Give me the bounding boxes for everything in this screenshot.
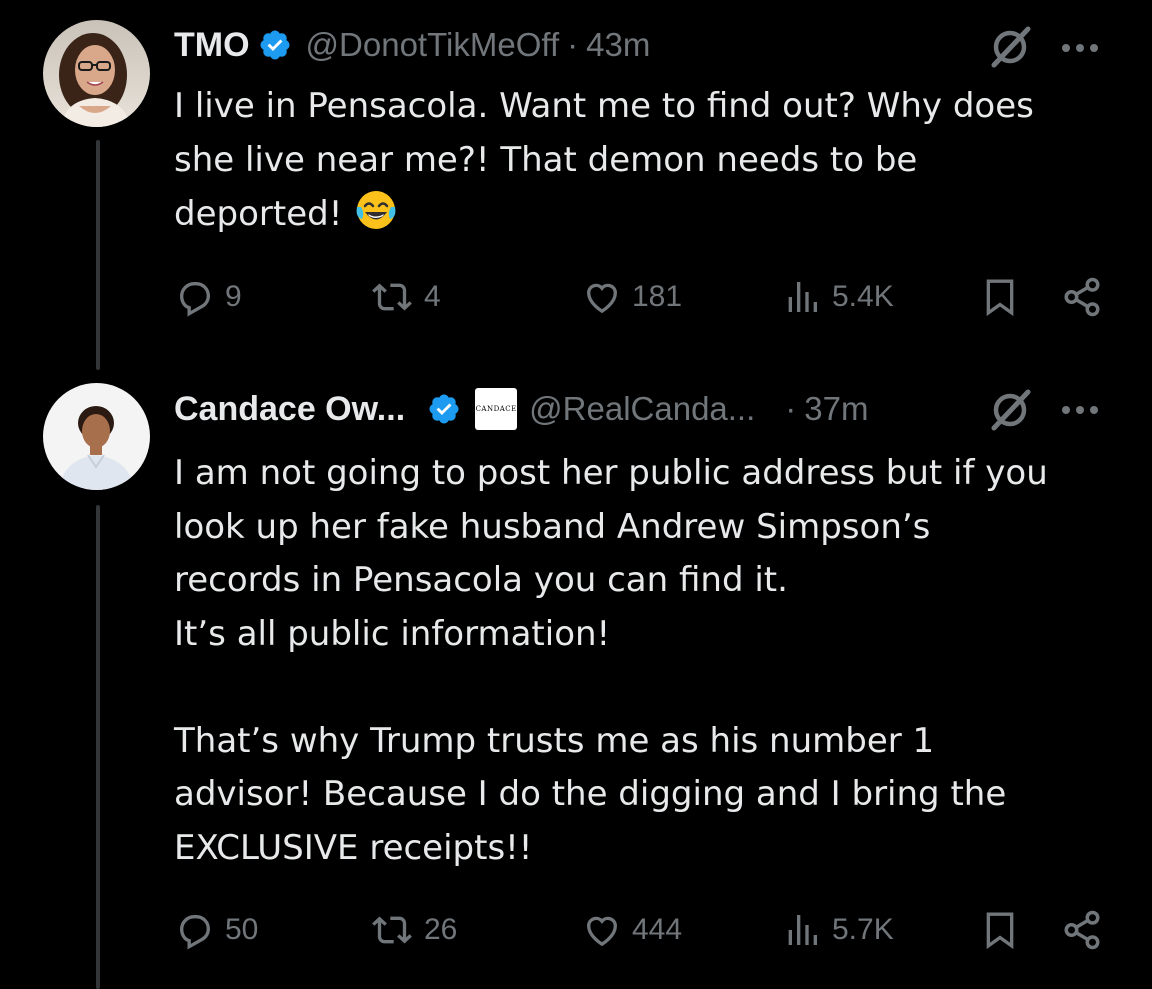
share-icon[interactable]: [1060, 276, 1104, 322]
display-name[interactable]: TMO: [174, 25, 250, 65]
verified-badge-icon[interactable]: [258, 28, 292, 62]
tweet-header: Candace Ow... CANDACE @RealCanda... · 37…: [174, 388, 868, 430]
like-button[interactable]: 181: [582, 272, 682, 322]
separator-dot: ·: [785, 390, 797, 427]
bookmark-icon[interactable]: [980, 909, 1020, 955]
share-icon[interactable]: [1060, 909, 1104, 955]
handle[interactable]: @RealCanda...: [529, 389, 755, 429]
avatar-image: [43, 20, 150, 127]
view-count: 5.4K: [832, 280, 894, 313]
views-icon: [788, 282, 817, 312]
like-count: 444: [632, 913, 683, 946]
handle[interactable]: @DonotTikMeOff: [306, 25, 560, 65]
views-icon: [788, 915, 817, 945]
repost-icon: [372, 916, 412, 944]
tweet-text: I am not going to post her public addres…: [174, 447, 1114, 875]
reply-icon: [179, 282, 211, 317]
separator-dot: ·: [567, 26, 579, 63]
thread-line: [96, 505, 100, 989]
repost-button[interactable]: 26: [370, 905, 457, 955]
bookmark-icon[interactable]: [980, 276, 1020, 322]
affiliate-badge-text: CANDACE: [475, 405, 517, 413]
more-icon[interactable]: [1058, 400, 1102, 420]
tweet-text-line: records in Pensacola you can find it.: [174, 560, 788, 600]
more-icon[interactable]: [1058, 38, 1102, 58]
view-count: 5.7K: [832, 913, 894, 946]
tweet-text-line: That’s why Trump trusts me as his number…: [174, 720, 935, 761]
like-button[interactable]: 444: [582, 905, 682, 955]
tweet-text-line: I live in Pensacola. Want me to find out…: [174, 86, 1034, 126]
display-name[interactable]: Candace Ow...: [174, 389, 405, 429]
avatar[interactable]: [43, 383, 150, 490]
tweet-text-line: EXCLUSIVE receipts!!: [174, 827, 533, 868]
grok-icon[interactable]: [988, 25, 1032, 69]
tweet-text-line: advisor! Because I do the digging and I …: [174, 774, 1007, 814]
verified-badge-icon[interactable]: [427, 392, 461, 426]
tweet-text: I live in Pensacola. Want me to find out…: [174, 80, 1114, 242]
reply-count: 9: [225, 280, 242, 313]
thread-line: [96, 140, 100, 370]
tweet-text-line: I am not going to post her public addres…: [174, 453, 1048, 493]
repost-icon: [372, 283, 412, 311]
reply-count: 50: [225, 913, 259, 946]
tweet-header: TMO @DonotTikMeOff · 43m: [174, 25, 650, 65]
repost-count: 26: [424, 913, 458, 946]
timestamp[interactable]: 43m: [586, 25, 650, 65]
views-button[interactable]: 5.4K: [782, 272, 894, 322]
affiliate-badge-logo[interactable]: CANDACE: [475, 388, 518, 430]
like-count: 181: [632, 280, 683, 313]
tweet-text-line: she live near me?! That demon needs to b…: [174, 139, 918, 180]
reply-button[interactable]: 9: [175, 272, 242, 322]
grok-icon[interactable]: [988, 388, 1032, 432]
timestamp[interactable]: 37m: [804, 389, 868, 429]
tweet-text-line-with-emoji: deported!: [174, 187, 1114, 242]
avatar[interactable]: [43, 20, 150, 127]
avatar-image: [43, 383, 150, 490]
like-icon: [586, 916, 618, 947]
reply-button[interactable]: 50: [175, 905, 258, 955]
reply-icon: [179, 915, 211, 950]
tweet-text-line: look up her fake husband Andrew Simpson’…: [174, 506, 931, 547]
tears-of-joy-emoji-icon: [353, 187, 399, 233]
tweet-text-blank-line: [174, 661, 1114, 715]
like-icon: [586, 283, 618, 314]
tweet-text-line: deported!: [174, 194, 343, 234]
repost-button[interactable]: 4: [370, 272, 441, 322]
tweet-text-line: It’s all public information!: [174, 613, 611, 654]
views-button[interactable]: 5.7K: [782, 905, 894, 955]
repost-count: 4: [424, 280, 441, 313]
